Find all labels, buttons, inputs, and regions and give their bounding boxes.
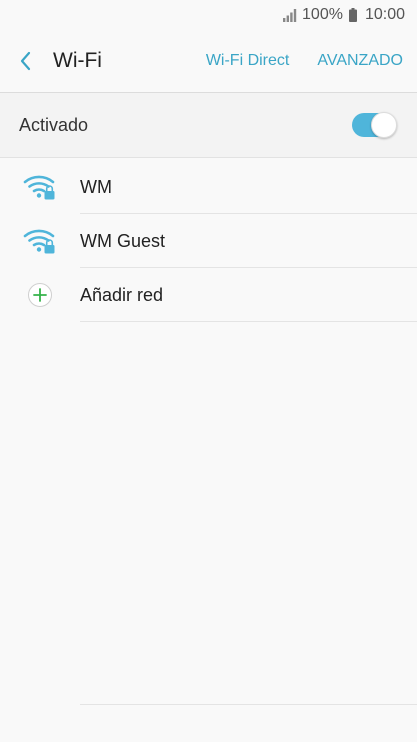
network-list: WM WM Guest Añadir red (0, 160, 417, 322)
toggle-knob (371, 112, 397, 138)
wifi-locked-icon (23, 229, 55, 254)
network-item-wm-guest[interactable]: WM Guest (0, 214, 417, 268)
battery-percentage: 100% (302, 6, 343, 23)
wifi-toggle[interactable] (352, 112, 397, 138)
advanced-button[interactable]: AVANZADO (317, 52, 403, 70)
back-arrow-icon (20, 51, 31, 71)
bottom-divider (80, 704, 417, 705)
add-network-item[interactable]: Añadir red (0, 268, 417, 322)
wifi-settings-screen: 100% 10:00 Wi-Fi Wi-Fi Direct AVANZADO A… (0, 0, 417, 742)
network-name: WM (80, 176, 112, 197)
battery-icon (348, 8, 357, 22)
add-network-label: Añadir red (80, 284, 164, 305)
signal-icon (283, 9, 297, 22)
wifi-master-switch-row[interactable]: Activado (0, 93, 417, 158)
status-bar: 100% 10:00 (0, 0, 417, 30)
wifi-direct-button[interactable]: Wi-Fi Direct (206, 52, 290, 70)
network-name: WM Guest (80, 230, 166, 251)
master-switch-label: Activado (19, 114, 89, 135)
clock: 10:00 (364, 6, 405, 23)
network-icon-container (0, 214, 80, 268)
plus-icon (28, 283, 52, 307)
list-divider (80, 321, 417, 322)
header-actions: Wi-Fi Direct AVANZADO (206, 52, 417, 70)
network-item-wm[interactable]: WM (0, 160, 417, 214)
network-icon-container (0, 160, 80, 214)
add-icon-container (0, 268, 80, 322)
back-button[interactable] (14, 49, 38, 73)
wifi-locked-icon (23, 175, 55, 200)
page-title: Wi-Fi (53, 49, 102, 72)
app-bar: Wi-Fi Wi-Fi Direct AVANZADO (0, 32, 417, 90)
